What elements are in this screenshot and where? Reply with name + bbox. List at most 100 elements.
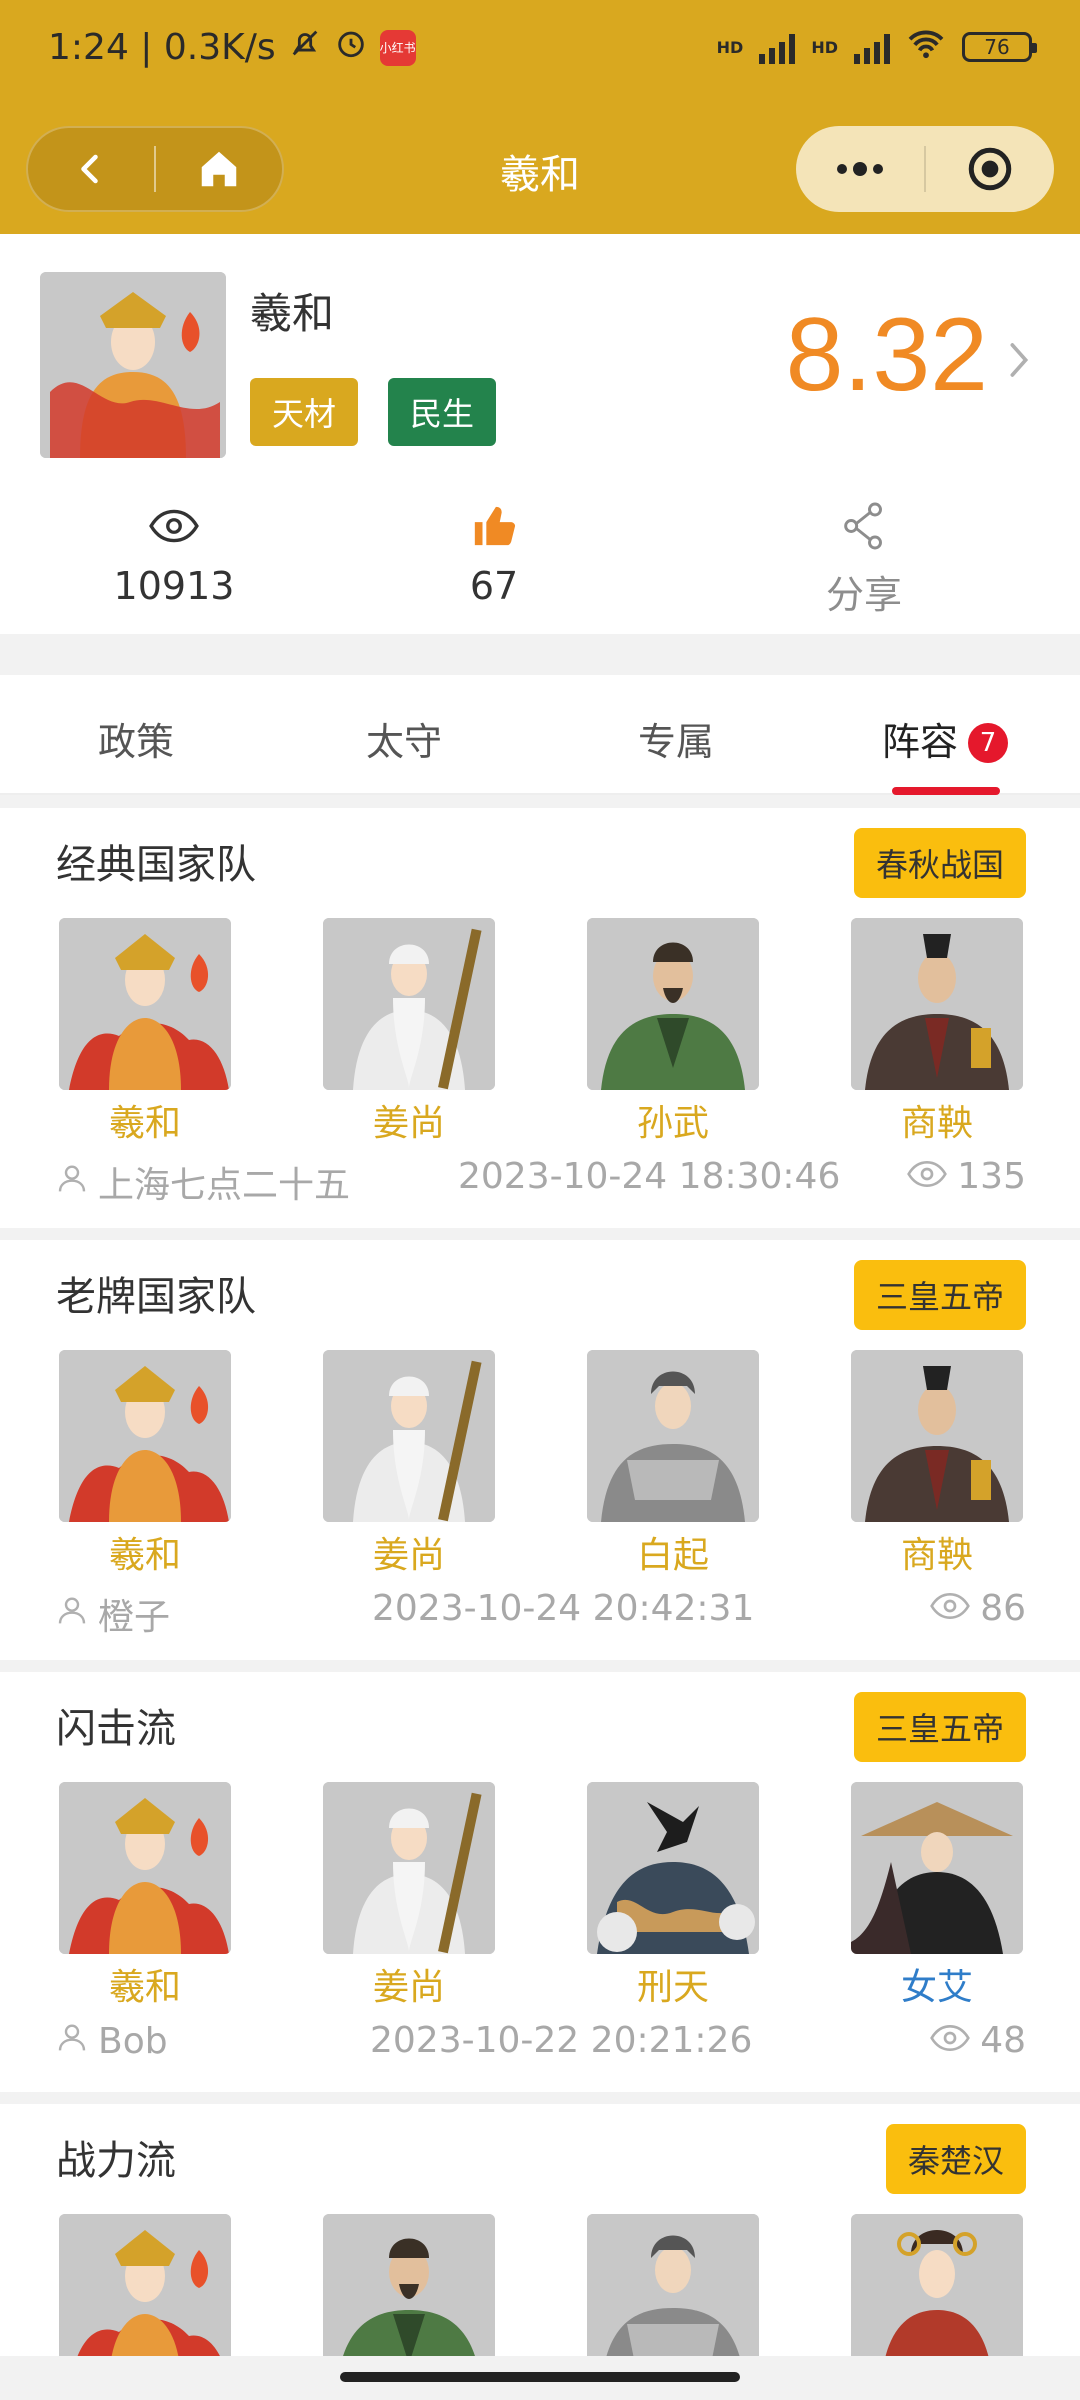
view-count: 86 (930, 1588, 1026, 1629)
hero[interactable]: 羲和 (59, 1350, 231, 1578)
hero-name: 商鞅 (900, 1535, 973, 1576)
close-miniapp-button[interactable] (926, 126, 1054, 212)
hero-portrait (323, 1350, 495, 1522)
era-tag: 三皇五帝 (853, 1692, 1026, 1762)
lineup-title: 老牌国家队 (56, 1274, 256, 1320)
lineup-card[interactable]: 战力流 秦楚汉 (0, 2104, 1080, 2356)
mute-bell-icon (288, 26, 322, 69)
hero-portrait (587, 1782, 759, 1954)
share-button[interactable]: 分享 (764, 498, 964, 619)
tab-lineup-badge: 7 (968, 723, 1009, 763)
tab-governor[interactable]: 太守 (366, 711, 442, 766)
author-name: Bob (98, 2021, 168, 2062)
era-tag: 春秋战国 (853, 828, 1026, 898)
more-dots-icon (837, 162, 883, 176)
hero-portrait (59, 1782, 231, 1954)
score-value[interactable]: 8.32 (786, 296, 988, 415)
likes-stat[interactable]: 67 (394, 498, 594, 608)
more-button[interactable] (796, 126, 924, 212)
tab-lineup[interactable]: 阵容 7 (882, 711, 1009, 766)
lineup-card[interactable]: 闪击流 三皇五帝 羲和 姜尚 刑天 女艾 Bob 2023-10-22 20:2… (0, 1672, 1080, 2092)
hero-portrait (851, 1350, 1023, 1522)
hero-name: 姜尚 (372, 1103, 445, 1144)
hd-label-1: HD (716, 37, 744, 57)
author-name: 上海七点二十五 (98, 1165, 351, 1206)
nav-right-capsule (796, 126, 1054, 212)
hero-portrait (59, 2214, 231, 2356)
user-icon (56, 2020, 88, 2063)
hero-name: 姜尚 (372, 1967, 445, 2008)
app-notification-icon: 小红书 (379, 29, 416, 66)
hero[interactable]: 白起 (587, 1350, 759, 1578)
hero[interactable]: 姜尚 (323, 918, 495, 1146)
hero[interactable] (851, 2214, 1023, 2356)
tab-exclusive[interactable]: 专属 (638, 711, 714, 766)
hero-name: 羲和 (108, 1535, 181, 1576)
hero-name: 刑天 (636, 1967, 709, 2008)
hero-name: 白起 (636, 1535, 709, 1576)
hero-name: 商鞅 (900, 1103, 973, 1144)
author: 上海七点二十五 (56, 1156, 350, 1208)
hero[interactable]: 姜尚 (323, 1350, 495, 1578)
hero-portrait (587, 2214, 759, 2356)
hero-portrait (587, 1350, 759, 1522)
status-left: 1:24 | 0.3K/s 小红书 (48, 26, 416, 69)
lineup-card[interactable]: 老牌国家队 三皇五帝 羲和 姜尚 白起 商鞅 橙子 2023-10-24 20:… (0, 1240, 1080, 1660)
tag-livelihood: 民生 (388, 378, 497, 446)
hero[interactable] (587, 2214, 759, 2356)
hd-label-2: HD (811, 37, 838, 57)
hero[interactable] (323, 2214, 495, 2356)
view-count-value: 86 (980, 1588, 1026, 1629)
views-stat: 10913 (74, 498, 274, 608)
hero-portrait (851, 918, 1023, 1090)
hero-portrait (323, 2214, 495, 2356)
user-icon (56, 1593, 88, 1636)
lineup-card[interactable]: 经典国家队 春秋战国 羲和 姜尚 孙武 商鞅 上海七点二十五 2023-10-2… (0, 808, 1080, 1228)
hero[interactable]: 商鞅 (851, 918, 1023, 1146)
hero-portrait (59, 1350, 231, 1522)
hero-name: 姜尚 (372, 1535, 445, 1576)
home-indicator (340, 2372, 740, 2382)
status-right: HD HD 76 (716, 28, 1037, 66)
eye-icon (907, 1156, 948, 1197)
hero[interactable]: 姜尚 (323, 1782, 495, 2010)
hero-portrait (587, 918, 759, 1090)
hero[interactable]: 羲和 (59, 918, 231, 1146)
chevron-right-icon[interactable] (1006, 340, 1032, 384)
hero[interactable]: 刑天 (587, 1782, 759, 2010)
author-name: 橙子 (98, 1597, 171, 1638)
hero[interactable]: 羲和 (59, 1782, 231, 2010)
tab-bar: 政策 太守 专属 阵容 7 (0, 675, 1080, 795)
hero-portrait (851, 1782, 1023, 1954)
thumbs-up-icon[interactable] (394, 498, 594, 554)
hero-name: 孙武 (636, 1103, 709, 1144)
hero[interactable]: 商鞅 (851, 1350, 1023, 1578)
alarm-icon (334, 26, 368, 69)
header: 1:24 | 0.3K/s 小红书 HD HD 76 羲和 (0, 0, 1080, 234)
post-time: 2023-10-24 20:42:31 (372, 1588, 755, 1629)
profile-card: 羲和 天材 民生 8.32 10913 67 分享 (0, 234, 1080, 634)
hero-portrait (323, 918, 495, 1090)
tab-lineup-label: 阵容 (882, 720, 959, 764)
tab-policy[interactable]: 政策 (98, 711, 174, 766)
hero[interactable]: 孙武 (587, 918, 759, 1146)
hero[interactable]: 女艾 (851, 1782, 1023, 2010)
wifi-icon (906, 28, 946, 66)
hero[interactable] (59, 2214, 231, 2356)
avatar (40, 272, 226, 458)
time-and-speed: 1:24 | 0.3K/s (48, 27, 276, 68)
lineup-title: 经典国家队 (56, 842, 256, 888)
status-bar: 1:24 | 0.3K/s 小红书 HD HD 76 (0, 0, 1080, 104)
signal-icon-2 (854, 30, 890, 64)
signal-icon (759, 30, 796, 64)
eye-icon (74, 498, 274, 554)
hero-name: 女艾 (900, 1967, 973, 2008)
share-icon[interactable] (764, 498, 964, 554)
author: 橙子 (56, 1588, 170, 1640)
hero-portrait (851, 2214, 1023, 2356)
post-time: 2023-10-24 18:30:46 (458, 1156, 841, 1197)
lineup-title: 战力流 (56, 2138, 176, 2184)
share-label: 分享 (825, 573, 902, 617)
eye-icon (930, 1588, 971, 1629)
hero-portrait (323, 1782, 495, 1954)
